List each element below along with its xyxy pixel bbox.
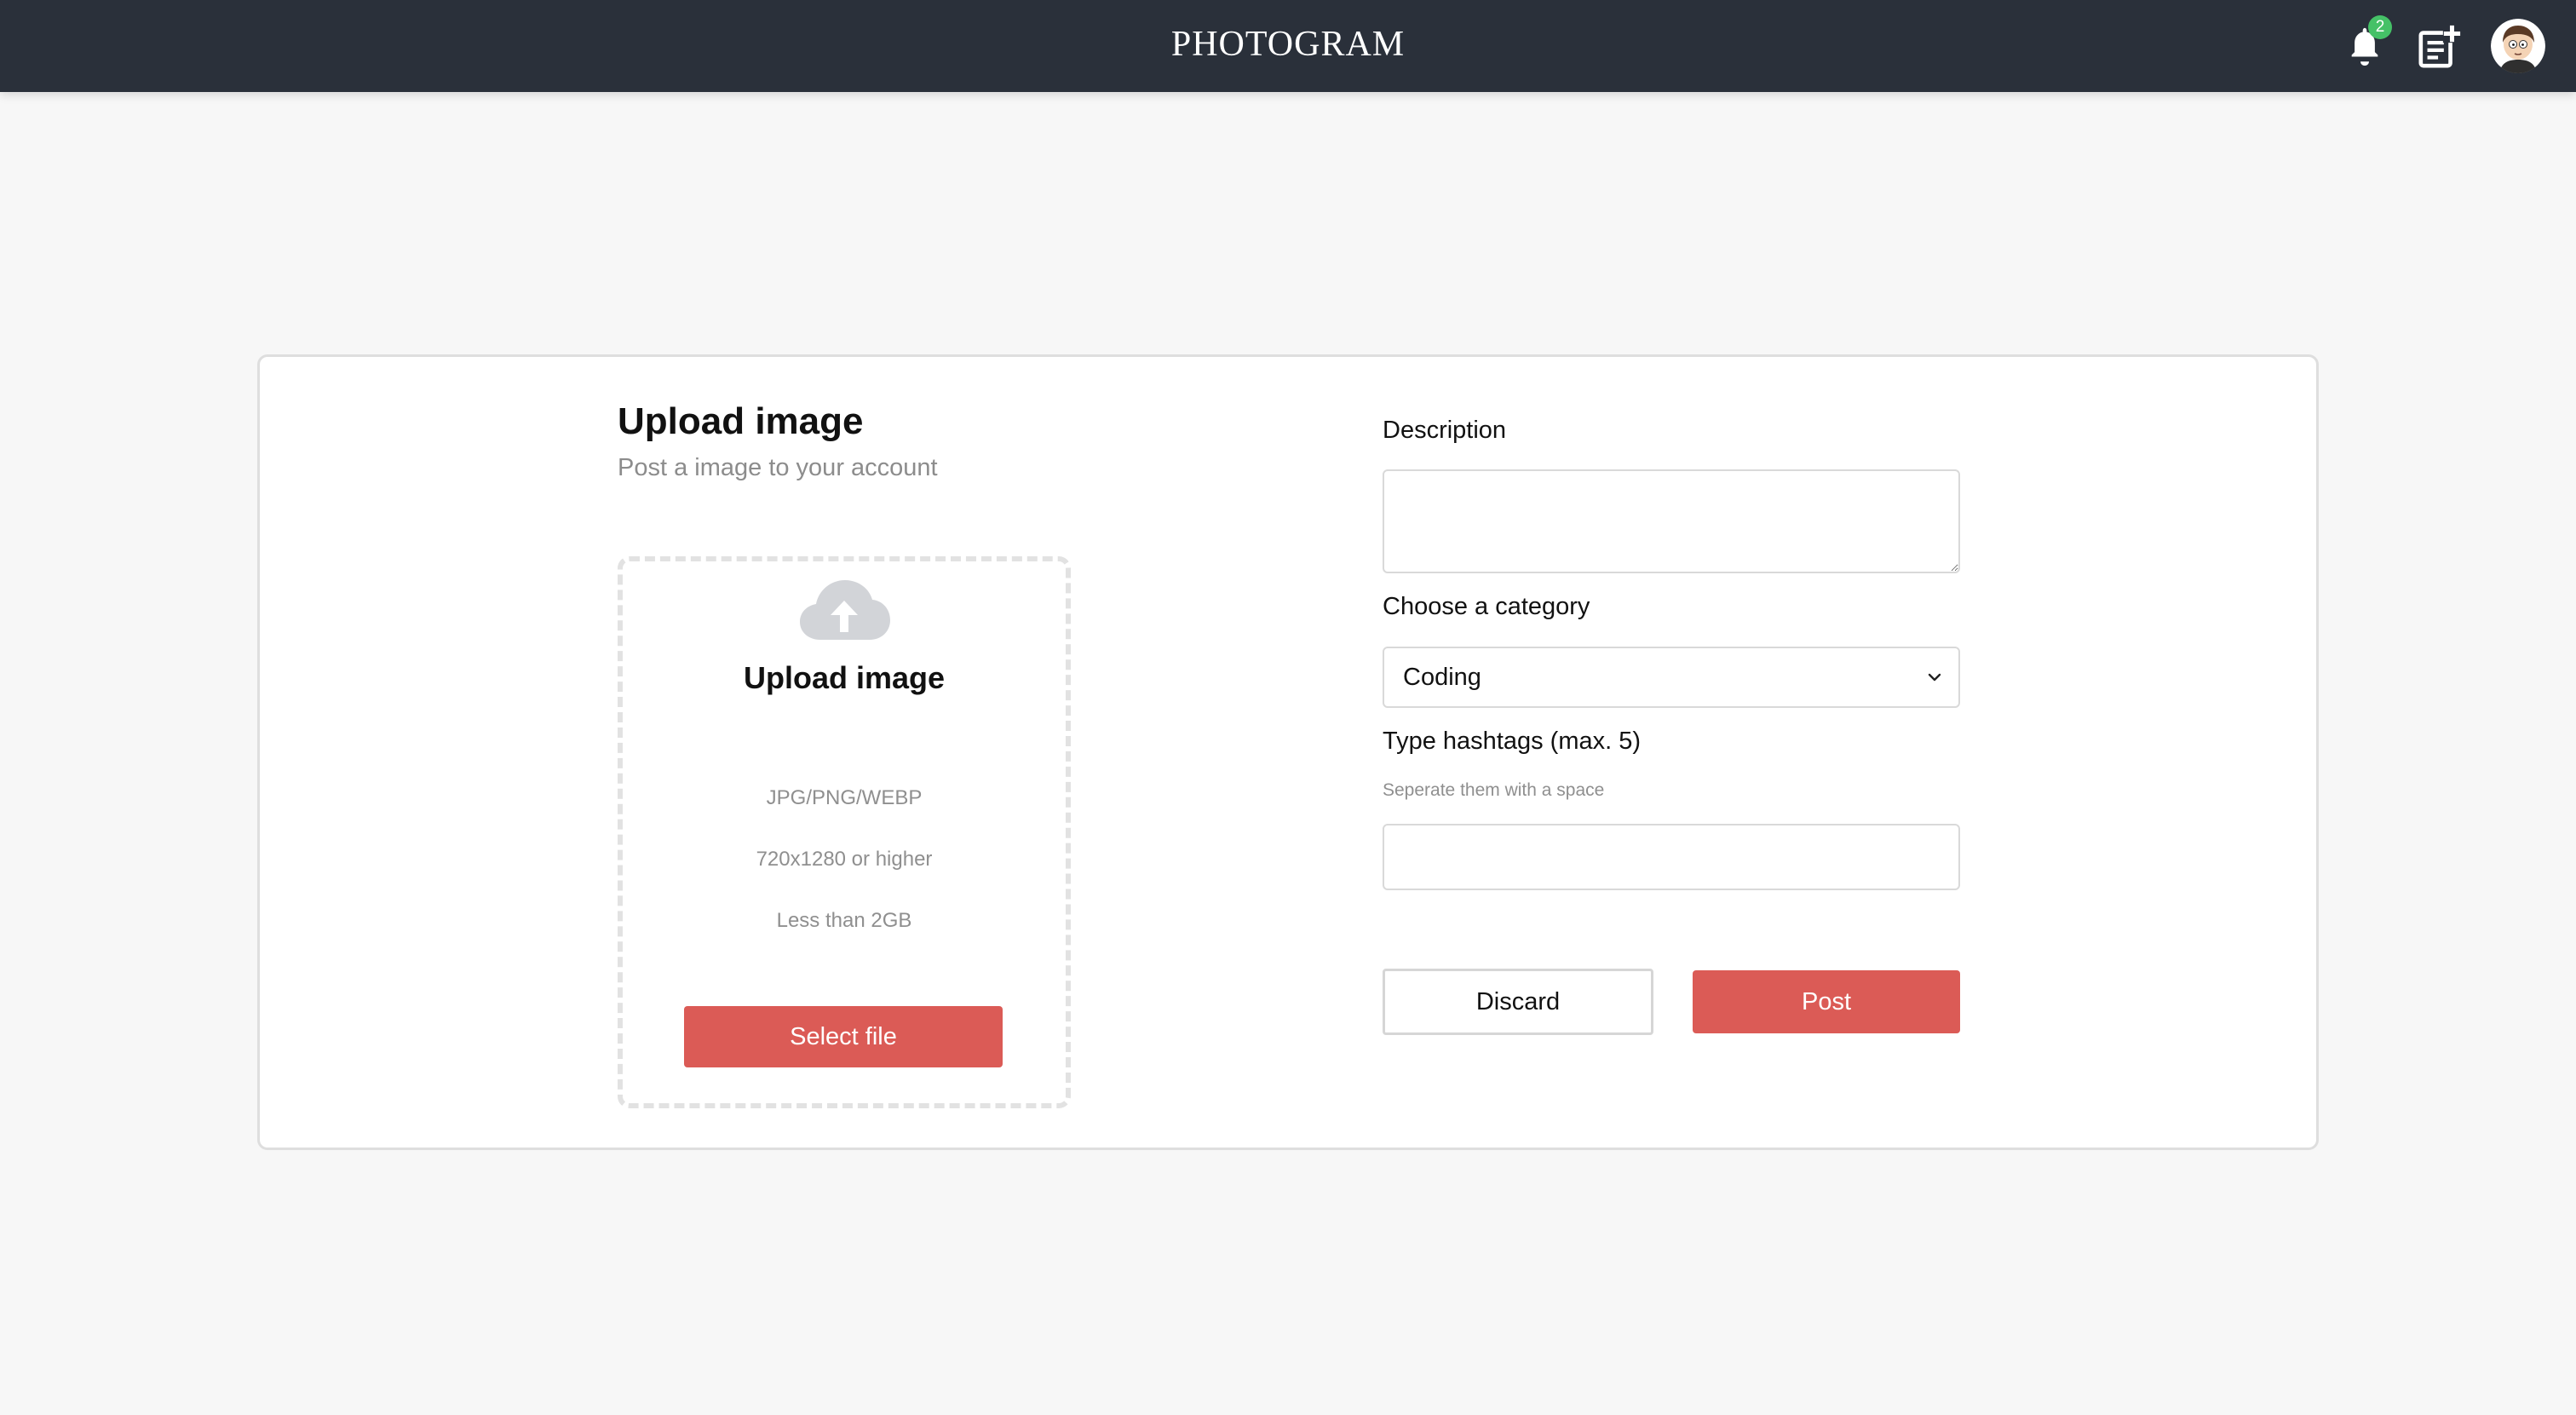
- image-dropzone[interactable]: Upload image JPG/PNG/WEBP 720x1280 or hi…: [618, 556, 1071, 1108]
- description-textarea[interactable]: [1383, 469, 1960, 573]
- upload-heading-group: Upload image Post a image to your accoun…: [618, 400, 1095, 483]
- discard-button[interactable]: Discard: [1383, 969, 1653, 1035]
- page-title: Upload image: [618, 400, 864, 442]
- hashtags-hint: Seperate them with a space: [1383, 780, 1605, 800]
- category-label: Choose a category: [1383, 593, 1590, 620]
- topbar-actions: 2: [2317, 10, 2545, 82]
- accepted-formats: JPG/PNG/WEBP: [766, 786, 923, 809]
- hashtags-input[interactable]: [1383, 824, 1960, 890]
- category-select[interactable]: Coding: [1383, 647, 1960, 708]
- avatar[interactable]: [2491, 19, 2545, 73]
- top-navbar: PHOTOGRAM 2: [0, 0, 2576, 92]
- description-label: Description: [1383, 417, 1507, 444]
- upload-card: Upload image Post a image to your accoun…: [257, 354, 2319, 1150]
- category-selected-value: Coding: [1403, 663, 1481, 691]
- hashtags-label: Type hashtags (max. 5): [1383, 728, 1642, 755]
- size-limit: Less than 2GB: [776, 909, 912, 932]
- resolution-requirement: 720x1280 or higher: [756, 848, 933, 871]
- page-subtitle: Post a image to your account: [618, 454, 938, 481]
- notification-count-badge: 2: [2368, 15, 2392, 39]
- cloud-upload-icon-wrap: [623, 575, 1066, 647]
- notifications-button[interactable]: 2: [2337, 15, 2392, 73]
- add-post-icon: [2418, 24, 2462, 68]
- new-post-button[interactable]: [2412, 19, 2467, 73]
- profile-avatar-icon: [2491, 19, 2545, 73]
- cloud-upload-icon: [800, 580, 890, 640]
- chevron-down-icon: [1928, 673, 1941, 682]
- brand-logo[interactable]: PHOTOGRAM: [0, 22, 2576, 66]
- dropzone-title: Upload image: [743, 660, 946, 695]
- select-file-button[interactable]: Select file: [684, 1006, 1003, 1067]
- post-button[interactable]: Post: [1693, 970, 1960, 1033]
